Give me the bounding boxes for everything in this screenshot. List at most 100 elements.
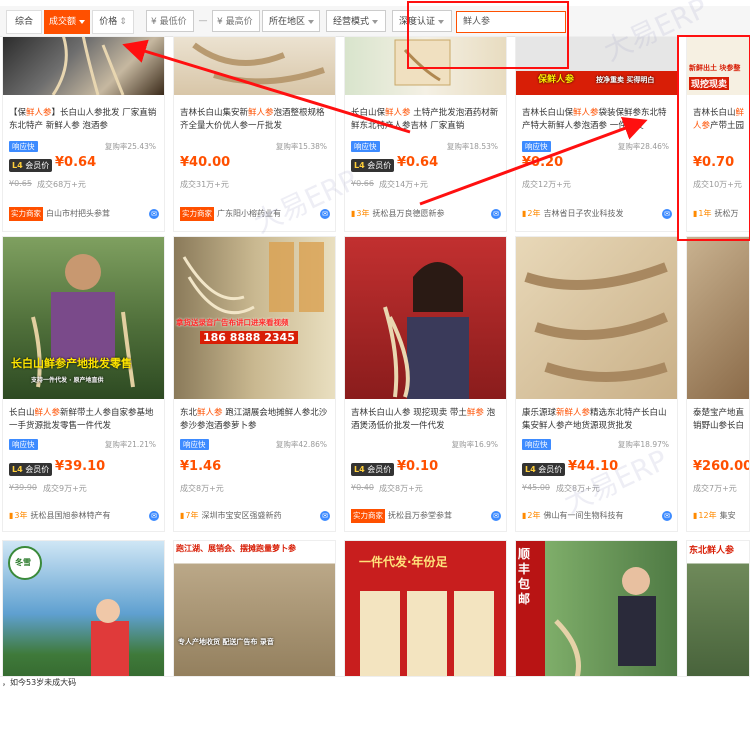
product-image[interactable] xyxy=(174,37,335,95)
max-price-input[interactable]: ¥ 最高价 xyxy=(212,10,260,32)
sort-sales-tab[interactable]: 成交额 xyxy=(44,10,90,34)
region-select[interactable]: 所在地区 xyxy=(262,10,320,32)
product-title[interactable]: 泰楚宝产地直销野山参长白山 xyxy=(693,407,749,433)
shop-name[interactable]: 2年佛山有一间生物科技有 xyxy=(522,509,672,523)
product-card[interactable]: 拿货送录音广告布讲口进来看视频 186 8888 2345 东北鲜人参 跑江湖展… xyxy=(173,236,336,532)
member-price-badge: L4 会员价 xyxy=(351,463,395,476)
shop-name[interactable]: 3年抚松县国旭参林特产有 xyxy=(9,509,159,523)
product-card[interactable]: 一件代发·年份足 xyxy=(344,540,507,686)
repurchase-rate: 复购率18.53% xyxy=(446,142,498,151)
product-image[interactable] xyxy=(3,37,164,95)
sales-volume: 成交68万+元 xyxy=(37,180,86,189)
years-badge: 2年 xyxy=(522,509,540,523)
years-badge: 3年 xyxy=(351,207,369,221)
product-title[interactable]: 长白山保鲜人参 土特产批发泡酒药材新鲜东北特产人参吉林 厂家直销 xyxy=(351,107,501,133)
product-title[interactable]: 吉林长白山人参 现挖现卖 带土鲜参 泡酒煲汤低价批发一件代发 xyxy=(351,407,501,433)
repurchase-rate: 复购率15.38% xyxy=(275,142,327,151)
strong-merchant-badge: 实力商家 xyxy=(9,207,43,221)
product-image[interactable]: 东北鲜人参 xyxy=(687,541,749,686)
product-price: ¥39.10 xyxy=(55,459,106,474)
sales-volume: 成交12万+元 xyxy=(522,180,571,189)
fast-response-badge: 响应快 xyxy=(351,141,380,152)
chat-icon[interactable]: ✉ xyxy=(662,511,672,521)
search-input[interactable]: 鲜人参 xyxy=(456,11,566,33)
shop-name[interactable]: 2年吉林省日子农业科技发 xyxy=(522,207,672,221)
repurchase-rate: 复购率16.9% xyxy=(451,440,498,449)
fast-response-badge: 响应快 xyxy=(9,439,38,450)
product-card[interactable]: 吉林长白山人参 现挖现卖 带土鲜参 泡酒煲汤低价批发一件代发 复购率16.9% … xyxy=(344,236,507,532)
product-image[interactable]: 拿货送录音广告布讲口进来看视频 186 8888 2345 xyxy=(174,237,335,399)
product-title[interactable]: 吉林长白山保鲜人参袋装保鲜参东北特产特大新鲜人参泡酒参 一件代发 xyxy=(522,107,672,133)
shop-name[interactable]: 12年集安 xyxy=(693,509,749,523)
product-image[interactable] xyxy=(345,37,506,95)
seller-photo xyxy=(554,567,656,682)
product-grid: 【保鲜人参】长白山人参批发 厂家直销 东北特产 新鲜人参 泡酒参 响应快 复购率… xyxy=(0,36,750,686)
product-image[interactable]: 顺丰包邮 xyxy=(516,541,677,686)
chat-icon[interactable]: ✉ xyxy=(320,511,330,521)
certification-select[interactable]: 深度认证 xyxy=(392,10,452,32)
image-banner: 一件代发·年份足 xyxy=(359,555,448,569)
product-image[interactable]: 冬雪 xyxy=(3,541,164,686)
chevron-down-icon xyxy=(308,19,315,24)
certification-label: 深度认证 xyxy=(399,17,436,27)
sales-volume: 成交8万+元 xyxy=(180,484,224,493)
product-title[interactable]: 康乐源球新鲜人参精选东北特产长白山集安鲜人参产地货源现货批发 xyxy=(522,407,672,433)
product-image[interactable] xyxy=(516,237,677,399)
product-card[interactable]: 新鲜出土 块参整 现挖现卖 吉林长白山鲜人参产带土园参泡酒 ¥0.70 成交10… xyxy=(686,36,750,232)
image-banner: 拿货送录音广告布讲口进来看视频 xyxy=(176,318,289,327)
strong-merchant-badge: 实力商家 xyxy=(351,509,385,523)
shop-name[interactable]: 3年抚松县万良德愿新参 xyxy=(351,207,501,221)
product-image[interactable] xyxy=(345,237,506,399)
shop-name[interactable]: 1年抚松万 xyxy=(693,207,749,221)
sales-volume: 成交8万+元 xyxy=(379,484,423,493)
chat-icon[interactable]: ✉ xyxy=(662,209,672,219)
product-title[interactable]: 吉林长白山集安新鲜人参泡酒整根规格齐全量大价优人参一斤批发 xyxy=(180,107,330,133)
ginseng-illustration xyxy=(51,37,125,95)
product-image[interactable]: 新鲜出土 块参整 现挖现卖 xyxy=(687,37,749,95)
product-image[interactable]: 一件代发·年份足 xyxy=(345,541,506,686)
strong-merchant-badge: 实力商家 xyxy=(180,207,214,221)
chat-icon[interactable]: ✉ xyxy=(491,511,501,521)
shop-name[interactable]: 7年深圳市宝安区强盛新药 xyxy=(180,509,330,523)
product-card[interactable]: 【保鲜人参】长白山人参批发 厂家直销 东北特产 新鲜人参 泡酒参 响应快 复购率… xyxy=(2,36,165,232)
image-banner: 东北鲜人参 xyxy=(689,546,735,556)
promo-label: 新鲜出土 块参整 xyxy=(689,64,741,72)
product-price: ¥260.00 xyxy=(693,459,750,474)
business-mode-select[interactable]: 经营模式 xyxy=(326,10,386,32)
ginseng-illustration xyxy=(192,42,325,85)
product-image[interactable] xyxy=(687,237,749,399)
product-card[interactable]: 东北鲜人参 xyxy=(686,540,750,686)
image-subcaption: 专人产地收货 配送广告布 录音 xyxy=(178,638,274,646)
chat-icon[interactable]: ✉ xyxy=(149,511,159,521)
product-price: ¥0.64 xyxy=(55,155,97,170)
ginseng-illustration xyxy=(524,262,668,382)
sort-price-tab[interactable]: 价格 ⇕ xyxy=(92,10,134,34)
member-price-badge: L4 会员价 xyxy=(522,463,566,476)
sort-all-tab[interactable]: 综合 xyxy=(6,10,42,34)
product-card[interactable]: 跑江湖、展销会、摆摊跑量萝卜参 专人产地收货 配送广告布 录音 xyxy=(173,540,336,686)
product-title[interactable]: 东北鲜人参 跑江湖展会地摊鲜人参北沙参沙参泡酒参萝卜参 xyxy=(180,407,330,433)
product-card[interactable]: 冬雪 xyxy=(2,540,165,686)
shop-name[interactable]: 实力商家 白山市村把头参茸 xyxy=(9,207,159,221)
shop-name[interactable]: 实力商家 抚松县万参堂参茸 xyxy=(351,509,501,523)
product-card[interactable]: 保鲜人参 按净重卖 买得明白 吉林长白山保鲜人参袋装保鲜参东北特产特大新鲜人参泡… xyxy=(515,36,678,232)
product-card[interactable]: 长白山鲜参产地批发零售 支持一件代发 · 原产地直供 长白山鲜人参新鲜带土人参自… xyxy=(2,236,165,532)
product-title[interactable]: 吉林长白山鲜人参产带土园参泡酒 xyxy=(693,107,749,133)
chat-icon[interactable]: ✉ xyxy=(491,209,501,219)
product-title[interactable]: 【保鲜人参】长白山人参批发 厂家直销 东北特产 新鲜人参 泡酒参 xyxy=(9,107,159,133)
product-image[interactable]: 跑江湖、展销会、摆摊跑量萝卜参 专人产地收货 配送广告布 录音 xyxy=(174,541,335,686)
fast-response-badge: 响应快 xyxy=(522,141,551,152)
sort-arrows-icon: ⇕ xyxy=(119,17,127,27)
product-card[interactable]: 长白山保鲜人参 土特产批发泡酒药材新鲜东北特产人参吉林 厂家直销 响应快 复购率… xyxy=(344,36,507,232)
product-card[interactable]: 顺丰包邮 xyxy=(515,540,678,686)
fast-response-badge: 响应快 xyxy=(522,439,551,450)
product-image[interactable]: 长白山鲜参产地批发零售 支持一件代发 · 原产地直供 xyxy=(3,237,164,399)
product-card[interactable]: 泰楚宝产地直销野山参长白山 ¥260.00 成交7万+元 12年集安 xyxy=(686,236,750,532)
brand-logo-text: 冬雪 xyxy=(15,558,31,567)
chat-icon[interactable]: ✉ xyxy=(149,209,159,219)
years-badge: 2年 xyxy=(522,207,540,221)
fast-response-badge: 响应快 xyxy=(9,141,38,152)
min-price-input[interactable]: ¥ 最低价 xyxy=(146,10,194,32)
product-price: ¥1.46 xyxy=(180,459,222,474)
product-title[interactable]: 长白山鲜人参新鲜带土人参自家参基地一手货源批发零售一件代发 xyxy=(9,407,159,433)
